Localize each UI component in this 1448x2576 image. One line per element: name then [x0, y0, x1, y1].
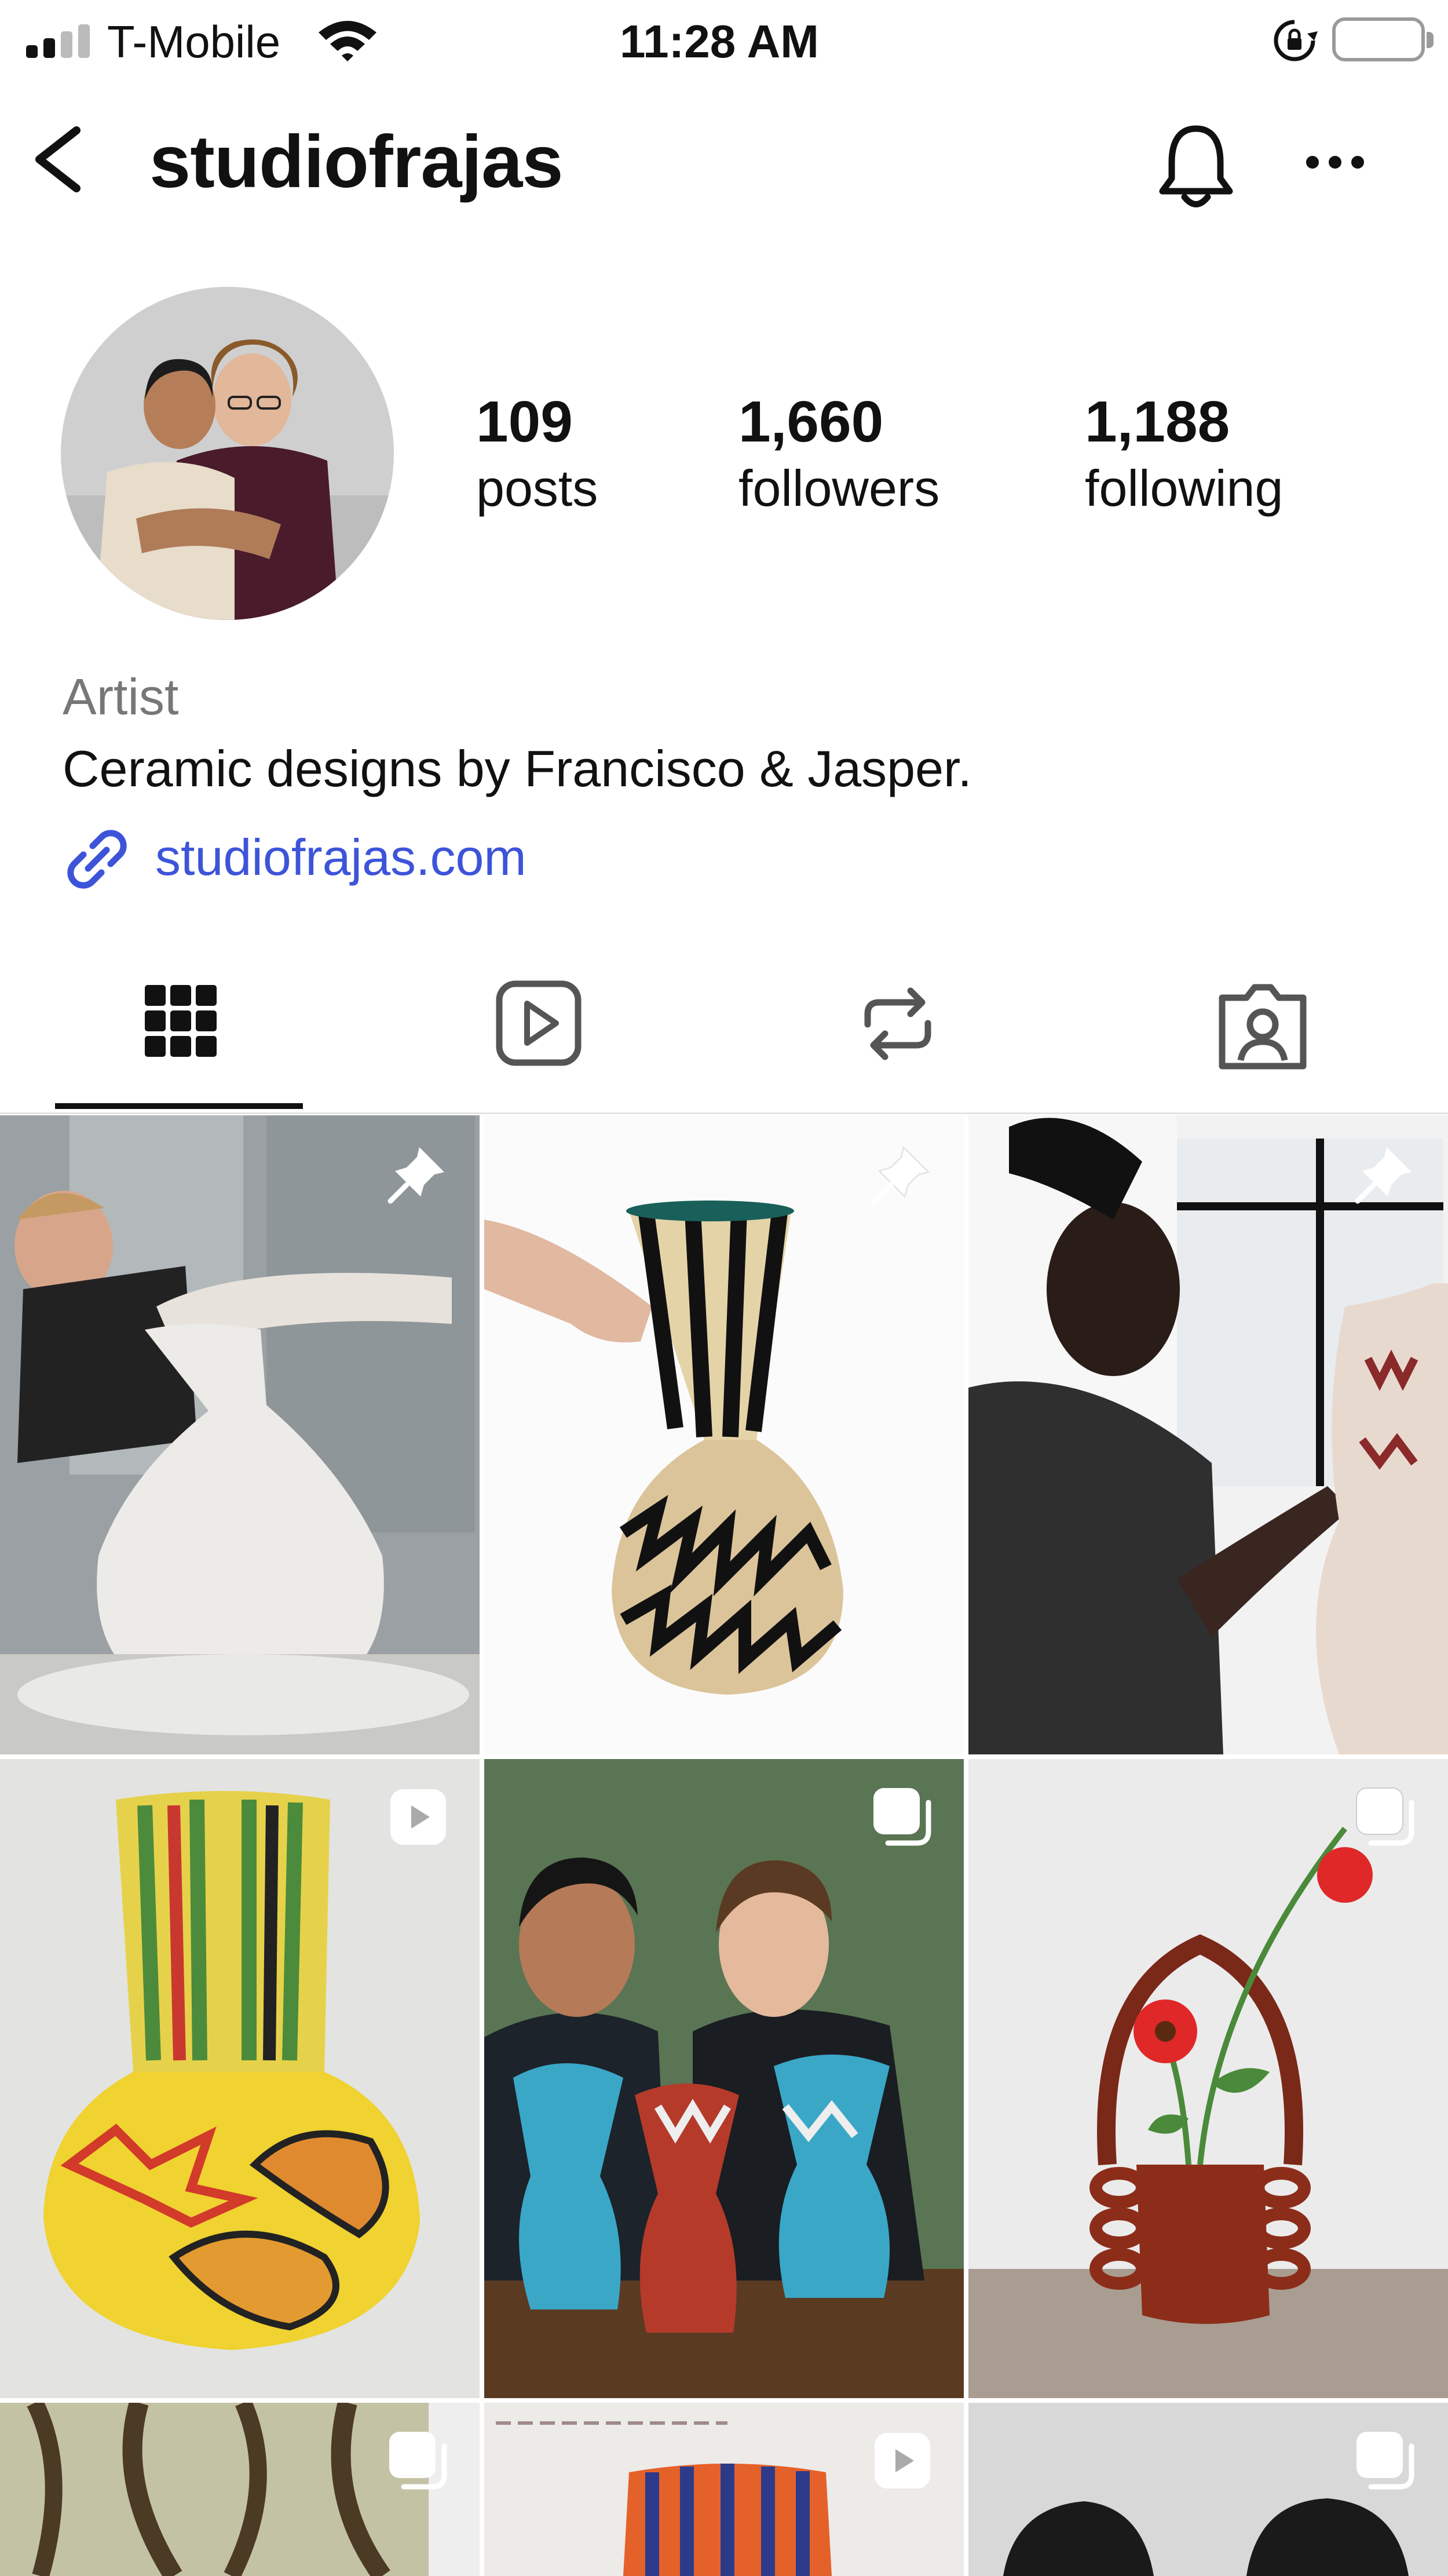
post-thumbnail[interactable]	[484, 1115, 964, 1754]
battery-tip	[1427, 32, 1434, 48]
notification-bell-icon[interactable]	[1150, 116, 1242, 214]
profile-bio: Ceramic designs by Francisco & Jasper.	[63, 740, 972, 797]
post-thumbnail[interactable]	[968, 1115, 1448, 1754]
profile-website-link[interactable]: studiofrajas.com	[155, 826, 526, 889]
profile-category: Artist	[63, 668, 179, 725]
pin-icon	[387, 1147, 444, 1204]
clock-time: 11:28 AM	[620, 16, 819, 67]
carousel-icon	[389, 2432, 447, 2490]
wifi-icon	[319, 21, 376, 61]
tagged-person-icon[interactable]	[1205, 973, 1321, 1078]
post-thumbnail[interactable]	[0, 1115, 480, 1754]
link-icon	[67, 830, 127, 889]
battery-icon	[1332, 17, 1425, 61]
status-bar: T-Mobile 11:28 AM	[0, 0, 1448, 81]
tab-divider	[0, 1112, 1448, 1114]
reel-icon	[875, 2433, 930, 2489]
stat-following[interactable]: 1,188 following	[1085, 387, 1283, 520]
reel-icon	[390, 1789, 446, 1845]
stat-number: 1,188	[1085, 389, 1230, 454]
carousel-icon	[873, 1788, 931, 1846]
stat-label: following	[1085, 459, 1284, 517]
back-arrow-icon[interactable]	[23, 116, 87, 203]
carousel-icon	[1356, 1787, 1414, 1846]
reels-icon[interactable]	[481, 973, 597, 1078]
stat-posts[interactable]: 109 posts	[476, 387, 598, 520]
stat-number: 109	[476, 389, 573, 454]
post-thumbnail[interactable]	[0, 1759, 480, 2398]
profile-username: studiofrajas	[149, 121, 563, 203]
more-options-icon[interactable]	[1300, 148, 1370, 177]
grid-icon[interactable]	[122, 973, 237, 1078]
carrier-name: T-Mobile	[107, 16, 281, 67]
stat-number: 1,660	[738, 389, 884, 454]
stat-label: followers	[738, 459, 940, 517]
carousel-icon	[1356, 2432, 1414, 2490]
repost-icon[interactable]	[840, 973, 956, 1078]
orientation-lock-icon	[1274, 20, 1318, 61]
pin-icon	[872, 1146, 930, 1204]
signal-strength-icon	[26, 23, 93, 58]
pin-icon	[1355, 1147, 1412, 1204]
active-tab-indicator	[55, 1103, 303, 1109]
stat-followers[interactable]: 1,660 followers	[738, 387, 939, 520]
profile-avatar[interactable]	[61, 287, 394, 620]
stat-label: posts	[476, 459, 598, 517]
post-thumbnail[interactable]	[968, 1759, 1448, 2398]
post-thumbnail[interactable]	[484, 1759, 964, 2398]
